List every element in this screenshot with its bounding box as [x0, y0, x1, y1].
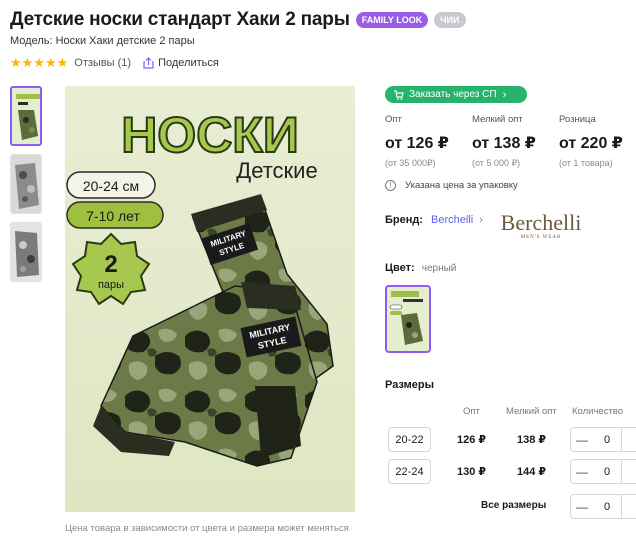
pairs-number: 2: [104, 251, 117, 278]
age-label: 7-10 лет: [86, 208, 140, 224]
family-look-badge[interactable]: FAMILY LOOK: [355, 12, 429, 28]
product-illustration: НОСКИ Детские 20-24 см 7-10 лет 2 пары M…: [66, 106, 334, 467]
price-label: Розница: [559, 114, 596, 125]
increment-button[interactable]: [621, 460, 636, 483]
quantity-stepper-all[interactable]: — 0: [570, 494, 636, 519]
brand-logo[interactable]: Berchelli MEN'S WEAR: [491, 210, 591, 240]
column-header-quantity: Количество: [572, 406, 624, 417]
thumbnail-image: [11, 223, 41, 281]
reviews-link[interactable]: Отзывы (1): [74, 57, 131, 69]
price-note-text: Указана цена за упаковку: [405, 180, 518, 191]
price-condition: (от 5 000 ₽): [472, 158, 521, 168]
price-value: от 220 ₽: [559, 135, 623, 152]
order-via-sp-label: Заказать через СП: [409, 89, 497, 100]
cart-icon: [394, 89, 404, 100]
thumbnail-2[interactable]: [10, 154, 42, 214]
price-value: от 138 ₽: [472, 135, 536, 152]
quantity-value[interactable]: 0: [593, 501, 621, 513]
rating-stars-icon: ★★★★★: [10, 55, 69, 70]
title-row: Детские носки стандарт Хаки 2 пары FAMIL…: [10, 9, 466, 31]
thumbnail-3[interactable]: [10, 222, 42, 282]
pairs-word: пары: [98, 279, 124, 291]
chi-badge[interactable]: ЧИИ: [434, 12, 466, 28]
swatch-image: [387, 287, 429, 351]
price-small-wholesale: Мелкий опт от 138 ₽ (от 5 000 ₽): [472, 114, 536, 169]
quantity-value[interactable]: 0: [593, 434, 621, 446]
price-condition: (от 35 000₽): [385, 158, 436, 168]
price-label: Мелкий опт: [472, 114, 523, 125]
svg-text:Berchelli: Berchelli: [501, 210, 582, 235]
product-title: Детские носки стандарт Хаки 2 пары: [10, 9, 350, 30]
all-sizes-label: Все размеры: [481, 500, 547, 511]
price-caption: Цена товара в зависимости от цвета и раз…: [65, 523, 349, 534]
price-condition: (от 1 товара): [559, 158, 613, 168]
thumbnail-list: [10, 86, 42, 290]
order-via-sp-button[interactable]: Заказать через СП ›: [385, 86, 527, 103]
info-icon[interactable]: !: [385, 180, 396, 191]
decrement-button[interactable]: —: [571, 433, 593, 447]
rating-row: ★★★★★ Отзывы (1) Поделиться: [10, 55, 219, 71]
share-label: Поделиться: [158, 57, 219, 69]
share-button[interactable]: Поделиться: [143, 57, 219, 69]
headline-text: НОСКИ: [121, 107, 299, 163]
price-value: от 126 ₽: [385, 135, 449, 152]
main-product-image[interactable]: НОСКИ Детские 20-24 см 7-10 лет 2 пары M…: [65, 86, 355, 512]
quantity-value[interactable]: 0: [593, 466, 621, 478]
column-header-small-opt: Мелкий опт: [506, 406, 557, 417]
price-label: Опт: [385, 114, 402, 125]
size-price-opt: 126 ₽: [457, 434, 487, 446]
quantity-stepper[interactable]: — 0: [570, 427, 636, 452]
size-label: 20-24 см: [83, 178, 139, 194]
size-price-small-opt: 144 ₽: [517, 466, 547, 478]
chevron-right-icon: ›: [479, 214, 483, 226]
increment-button[interactable]: [621, 428, 636, 451]
brand-row: Бренд: Berchelli ›: [385, 214, 483, 226]
share-icon: [143, 57, 154, 69]
color-row: Цвет: черный: [385, 262, 456, 274]
size-price-small-opt: 138 ₽: [517, 434, 547, 446]
decrement-button[interactable]: —: [571, 465, 593, 479]
sizes-title: Размеры: [385, 379, 435, 391]
product-model: Модель: Носки Хаки детские 2 пары: [10, 35, 195, 47]
quantity-stepper[interactable]: — 0: [570, 459, 636, 484]
subtitle-text: Детские: [236, 158, 317, 183]
column-header-opt: Опт: [463, 406, 480, 417]
brand-label: Бренд:: [385, 214, 424, 226]
color-swatch-black[interactable]: [385, 285, 431, 353]
decrement-button[interactable]: —: [571, 500, 593, 514]
color-value: черный: [421, 263, 457, 274]
svg-text:MEN'S WEAR: MEN'S WEAR: [521, 235, 562, 240]
thumbnail-1[interactable]: [10, 86, 42, 146]
price-retail: Розница от 220 ₽ (от 1 товара): [559, 114, 623, 168]
increment-button[interactable]: [621, 495, 636, 518]
thumbnail-image: [12, 88, 40, 144]
size-price-opt: 130 ₽: [457, 466, 487, 478]
thumbnail-image: [11, 155, 41, 213]
chevron-right-icon: ›: [502, 88, 507, 101]
size-option[interactable]: 20-22: [388, 427, 431, 452]
brand-link[interactable]: Berchelli: [431, 214, 473, 226]
price-note: ! Указана цена за упаковку: [385, 180, 518, 191]
price-wholesale: Опт от 126 ₽ (от 35 000₽): [385, 114, 449, 169]
color-label: Цвет:: [385, 262, 415, 274]
size-option[interactable]: 22-24: [388, 459, 431, 484]
